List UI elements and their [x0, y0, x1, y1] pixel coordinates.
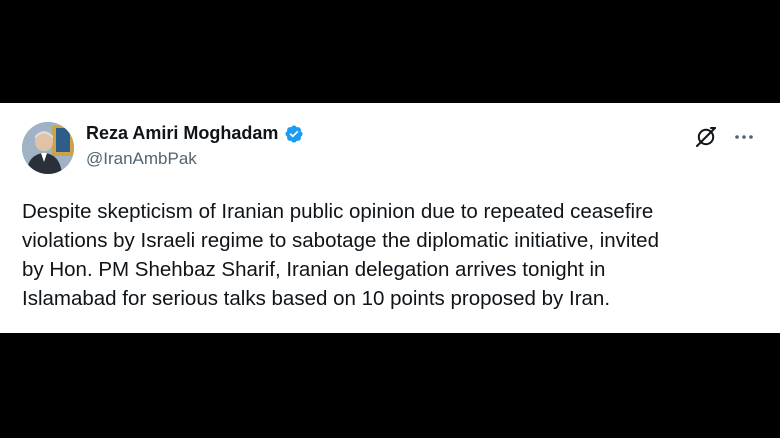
tweet-body: Despite skepticism of Iranian public opi…: [22, 197, 762, 313]
grok-icon[interactable]: [694, 125, 718, 149]
author-display-name[interactable]: Reza Amiri Moghadam: [86, 123, 278, 144]
author-name-row: Reza Amiri Moghadam: [86, 123, 304, 144]
avatar-image: [22, 122, 74, 174]
screen-frame: Reza Amiri Moghadam @IranAmbPak Despite …: [0, 0, 780, 438]
tweet-body-line: Islamabad for serious talks based on 10 …: [22, 287, 611, 310]
tweet-body-line: by Hon. PM Shehbaz Sharif, Iranian deleg…: [22, 258, 606, 281]
tweet-card[interactable]: Reza Amiri Moghadam @IranAmbPak Despite …: [0, 103, 780, 333]
verified-badge-icon: [284, 124, 304, 144]
tweet-body-line: violations by Israeli regime to sabotage…: [22, 229, 659, 252]
avatar[interactable]: [22, 122, 74, 174]
tweet-body-line: Despite skepticism of Iranian public opi…: [22, 200, 654, 223]
author-handle[interactable]: @IranAmbPak: [86, 149, 197, 169]
more-options-icon[interactable]: [732, 125, 756, 149]
